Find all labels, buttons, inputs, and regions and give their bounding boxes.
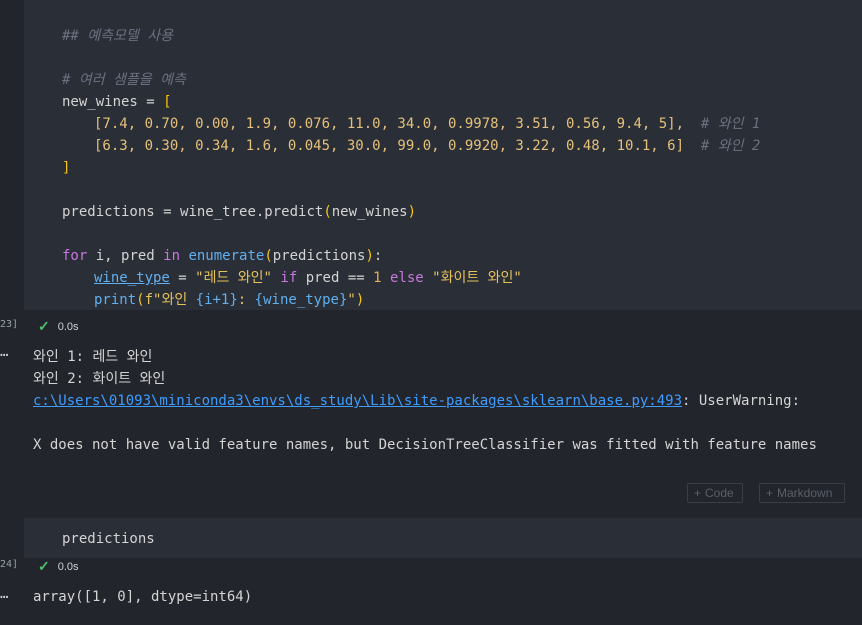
- code-line-print: print(f"와인 {i+1}: {wine_type}"): [94, 292, 365, 308]
- warning-message: X does not have valid feature names, but…: [33, 437, 817, 453]
- code-line-row1: [7.4, 0.70, 0.00, 1.9, 0.076, 11.0, 34.0…: [94, 113, 760, 135]
- add-code-button[interactable]: + Code: [687, 483, 743, 503]
- enum-arg: predictions: [272, 248, 366, 264]
- kw-in: in: [163, 248, 181, 264]
- fstr-expr2: {wine_type}: [254, 292, 348, 308]
- output-area-2: … array([1, 0], dtype=int64): [0, 578, 862, 625]
- var-predictions: predictions: [62, 204, 155, 220]
- predict-call: wine_tree.predict: [180, 204, 324, 220]
- check-icon: ✓: [38, 558, 50, 574]
- code-line-row2: [6.3, 0.30, 0.34, 1.6, 0.045, 30.0, 99.0…: [94, 135, 760, 157]
- fn-print: print: [94, 292, 137, 308]
- exec-time-1: 0.0s: [57, 320, 79, 333]
- open-bracket: [: [163, 94, 172, 110]
- row2-values: [6.3, 0.30, 0.34, 1.6, 0.045, 30.0, 99.0…: [94, 138, 685, 154]
- output-line-2: 와인 2: 화이트 와인: [33, 371, 166, 387]
- add-markdown-label: Markdown: [777, 486, 833, 500]
- kw-else: else: [390, 270, 424, 286]
- kw-if: if: [280, 270, 298, 286]
- row2-comment: # 와인 2: [700, 138, 761, 154]
- exec-count-1: 23]: [0, 319, 19, 330]
- fstr-end: ": [347, 292, 356, 308]
- row1-comment: # 와인 1: [700, 116, 761, 132]
- more-icon[interactable]: …: [0, 344, 8, 360]
- kw-for: for: [62, 248, 88, 264]
- str-red: "레드 와인": [195, 270, 272, 286]
- exec-time-2: 0.0s: [57, 560, 79, 573]
- close-bracket: ]: [62, 160, 71, 176]
- cell2-code: predictions: [62, 531, 155, 547]
- warning-path-link[interactable]: c:\Users\01093\miniconda3\envs\ds_study\…: [33, 393, 682, 409]
- var-wine-type[interactable]: wine_type: [94, 270, 170, 286]
- cell2-status: ✓ 0.0s: [38, 558, 79, 575]
- more-icon[interactable]: …: [0, 586, 8, 602]
- predict-arg: new_wines: [331, 204, 408, 220]
- code-line-wine-type: wine_type = "레드 와인" if pred == 1 else "화…: [94, 270, 522, 286]
- cell1-status: ✓ 0.0s: [38, 318, 79, 335]
- num-one: 1: [373, 270, 382, 286]
- assign-op: =: [137, 94, 164, 110]
- fstr-start: f"와인: [144, 292, 196, 308]
- comment-sub: # 여러 샘플을 예측: [62, 72, 186, 88]
- var-new-wines: new_wines: [62, 94, 138, 110]
- code-line-predict: predictions = wine_tree.predict(new_wine…: [62, 204, 417, 220]
- for-vars: i, pred: [87, 248, 164, 264]
- fstr-expr1: {i+1}: [195, 292, 238, 308]
- code-cell-2[interactable]: predictions: [24, 518, 862, 558]
- exec-count-2: 24]: [0, 559, 19, 570]
- comment-title: ## 예측모델 사용: [62, 28, 173, 44]
- condition: pred ==: [297, 270, 374, 286]
- plus-icon: +: [694, 486, 702, 500]
- plus-icon: +: [766, 486, 774, 500]
- output-line-1: 와인 1: 레드 와인: [33, 349, 153, 365]
- add-code-label: Code: [705, 486, 734, 500]
- row1-values: [7.4, 0.70, 0.00, 1.9, 0.076, 11.0, 34.0…: [94, 116, 685, 132]
- code-line-new-wines: new_wines = [: [62, 91, 172, 113]
- add-markdown-button[interactable]: + Markdown: [759, 483, 845, 503]
- fn-enumerate: enumerate: [188, 248, 265, 264]
- code-line-for: for i, pred in enumerate(predictions):: [62, 248, 383, 264]
- check-icon: ✓: [38, 318, 50, 334]
- str-white: "화이트 와인": [432, 270, 522, 286]
- warning-line: c:\Users\01093\miniconda3\envs\ds_study\…: [33, 390, 800, 412]
- warning-type: : UserWarning:: [682, 393, 801, 409]
- fstr-mid: :: [237, 292, 255, 308]
- code-cell-1[interactable]: ## 예측모델 사용 # 여러 샘플을 예측 new_wines = [ [7.…: [24, 0, 862, 310]
- output-result: array([1, 0], dtype=int64): [33, 589, 253, 605]
